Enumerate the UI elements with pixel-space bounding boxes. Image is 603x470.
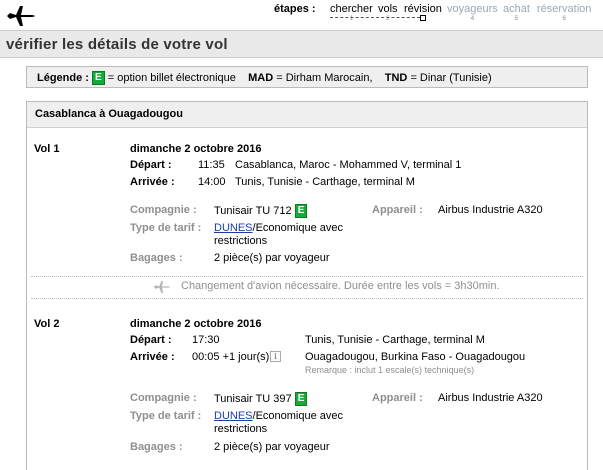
header: étapes : chercher 1 vols 2 révision 3 vo… — [0, 0, 603, 30]
e-ticket-badge: E — [92, 71, 105, 85]
flight-date: dimanche 2 octobre 2016 — [130, 318, 262, 330]
tarif-value: DUNES/Economique avec — [214, 222, 343, 234]
technical-stop-remark: Remarque : inclut 1 escale(s) technique(… — [305, 365, 475, 375]
arrivee-time: 00:05 +1 jour(s) — [192, 351, 270, 363]
compagnie-label: Compagnie : — [130, 392, 197, 404]
airline-flight: Tunisair TU 712 — [214, 204, 292, 217]
change-notice: Changement d'avion nécessaire. Durée ent… — [181, 280, 500, 292]
step-vols[interactable]: vols 2 — [378, 3, 398, 22]
depart-place: Tunis, Tunisie - Carthage, terminal M — [305, 334, 485, 346]
depart-label: Départ : — [130, 159, 172, 171]
fare-text: /Economique avec — [252, 410, 344, 422]
progress-line — [330, 17, 420, 18]
divider — [31, 298, 583, 299]
airline-flight: Tunisair TU 397 — [214, 392, 292, 405]
step-voyageurs: voyageurs 4 — [447, 3, 498, 22]
current-step-marker — [420, 15, 426, 21]
flight-label: Vol 1 — [34, 143, 60, 155]
step-chercher[interactable]: chercher 1 — [330, 3, 373, 22]
arrivee-label: Arrivée : — [130, 176, 175, 188]
fare-link[interactable]: DUNES — [214, 410, 253, 422]
arrivee-place: Tunis, Tunisie - Carthage, terminal M — [235, 176, 415, 188]
appareil-label: Appareil : — [372, 392, 423, 404]
divider — [31, 276, 583, 277]
legend-e-text: = option billet électronique — [107, 71, 236, 84]
compagnie-value: Tunisair TU 397 E — [214, 392, 308, 406]
fare-link[interactable]: DUNES — [214, 222, 253, 234]
arrivee-time: 14:00 — [198, 176, 226, 188]
tarif-value: DUNES/Economique avec — [214, 410, 343, 422]
step-label: chercher — [330, 3, 373, 15]
tarif-label: Type de tarif : — [130, 222, 202, 234]
fare-text-2: restrictions — [214, 423, 268, 435]
bagages-value: 2 pièce(s) par voyageur — [214, 252, 330, 264]
step-number: 5 — [514, 16, 519, 22]
legend-box: Légende : E = option billet électronique… — [26, 66, 588, 88]
route-panel: Casablanca à Ouagadougou Vol 1 dimanche … — [26, 101, 588, 470]
legend-mad-code: MAD — [248, 71, 274, 84]
legend-label: Légende : — [37, 71, 89, 84]
step-number: 4 — [470, 16, 475, 22]
flight-label: Vol 2 — [34, 318, 60, 330]
bagages-label: Bagages : — [130, 252, 183, 264]
plane-logo-icon — [7, 6, 35, 26]
appareil-value: Airbus Industrie A320 — [438, 204, 543, 216]
arrivee-place: Ouagadougou, Burkina Faso - Ouagadougou — [305, 351, 526, 363]
fare-text: /Economique avec — [252, 222, 344, 234]
step-number: 6 — [562, 16, 566, 22]
depart-time: 17:30 — [192, 334, 220, 346]
step-label: réservation — [537, 3, 592, 15]
step-label: vols — [378, 3, 398, 15]
compagnie-label: Compagnie : — [130, 204, 197, 216]
appareil-label: Appareil : — [372, 204, 423, 216]
steps-label: étapes : — [274, 3, 316, 15]
title-bar: vérifier les détails de votre vol — [0, 30, 603, 58]
appareil-value: Airbus Industrie A320 — [438, 392, 543, 404]
depart-place: Casablanca, Maroc - Mohammed V, terminal… — [235, 159, 462, 171]
e-ticket-badge: E — [294, 204, 308, 218]
step-achat: achat 5 — [503, 3, 530, 22]
step-label: voyageurs — [447, 3, 498, 15]
tarif-label: Type de tarif : — [130, 410, 202, 422]
bagages-label: Bagages : — [130, 441, 183, 453]
compagnie-value: Tunisair TU 712 E — [214, 204, 308, 218]
legend-tnd-text: = Dinar (Tunisie) — [410, 71, 492, 84]
arrivee-label: Arrivée : — [130, 351, 175, 363]
route-title: Casablanca à Ouagadougou — [27, 102, 587, 128]
e-ticket-badge: E — [294, 392, 308, 406]
depart-time: 11:35 — [198, 159, 225, 171]
legend-mad-text: = Dirham Marocain, — [276, 71, 373, 84]
step-label: révision — [404, 3, 442, 15]
page-title: vérifier les détails de votre vol — [6, 36, 228, 53]
plane-change-icon — [153, 281, 171, 293]
bagages-value: 2 pièce(s) par voyageur — [214, 441, 330, 453]
fare-text-2: restrictions — [214, 235, 268, 247]
info-icon[interactable]: i — [270, 351, 281, 362]
step-reservation: réservation 6 — [537, 3, 591, 22]
step-label: achat — [503, 3, 530, 15]
depart-label: Départ : — [130, 334, 172, 346]
legend-tnd-code: TND — [384, 71, 408, 84]
flight-date: dimanche 2 octobre 2016 — [130, 143, 262, 155]
